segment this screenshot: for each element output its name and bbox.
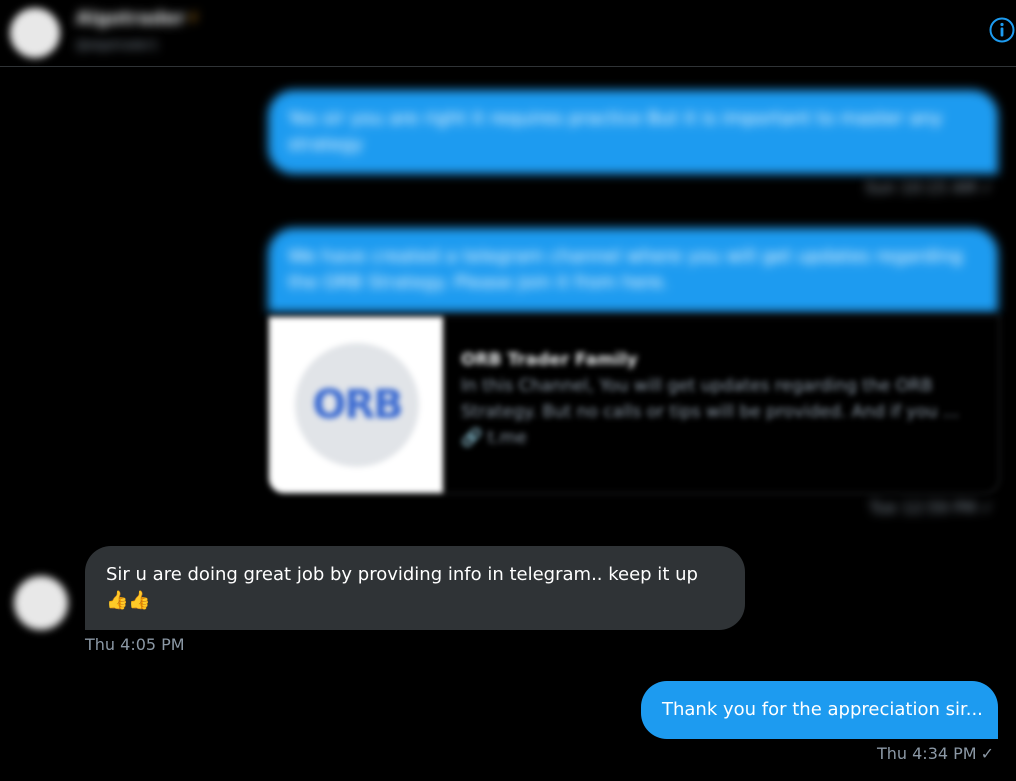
message-text: We have created a telegram channel where…: [288, 246, 963, 293]
conversation-header: Algotrader ⚡ @algotrader1: [0, 0, 1016, 67]
contact-avatar[interactable]: [10, 8, 60, 58]
message-timestamp: Tue 12:59 PM ✓: [869, 498, 994, 517]
sender-avatar[interactable]: [14, 576, 68, 630]
message-timestamp: Thu 4:05 PM: [85, 635, 185, 654]
contact-name[interactable]: Algotrader ⚡: [76, 8, 200, 29]
message-text: Sir u are doing great job by providing i…: [106, 564, 698, 611]
message-text: Thank you for the appreciation sir...: [662, 699, 983, 720]
message-bubble-outgoing[interactable]: We have created a telegram channel where…: [268, 228, 998, 312]
link-preview-title: ORB Trader Family: [461, 350, 638, 370]
link-preview-card[interactable]: ORB ORB Trader Family In this Channel, Y…: [268, 316, 1000, 494]
link-preview-domain: 🔗 t.me: [461, 428, 527, 448]
channel-logo: ORB: [295, 343, 419, 467]
info-icon[interactable]: [989, 17, 1015, 43]
message-bubble-outgoing[interactable]: Yes sir you are right it requires practi…: [268, 90, 998, 174]
message-bubble-outgoing[interactable]: Thank you for the appreciation sir...: [641, 681, 998, 739]
link-preview-description: In this Channel, You will get updates re…: [461, 376, 960, 422]
sent-check-icon: ✓: [980, 744, 994, 763]
sent-check-icon: ✓: [980, 498, 994, 517]
message-timestamp: Thu 4:34 PM ✓: [876, 744, 994, 763]
sent-check-icon: ✓: [980, 178, 994, 197]
link-preview-thumbnail: ORB: [269, 317, 443, 493]
message-timestamp: Sun 10:15 AM ✓: [865, 178, 994, 197]
lightning-icon: ⚡: [186, 8, 200, 29]
contact-name-text: Algotrader: [76, 8, 185, 29]
message-bubble-incoming[interactable]: Sir u are doing great job by providing i…: [85, 546, 745, 630]
contact-handle: @algotrader1: [76, 38, 159, 52]
message-text: Yes sir you are right it requires practi…: [288, 108, 943, 155]
